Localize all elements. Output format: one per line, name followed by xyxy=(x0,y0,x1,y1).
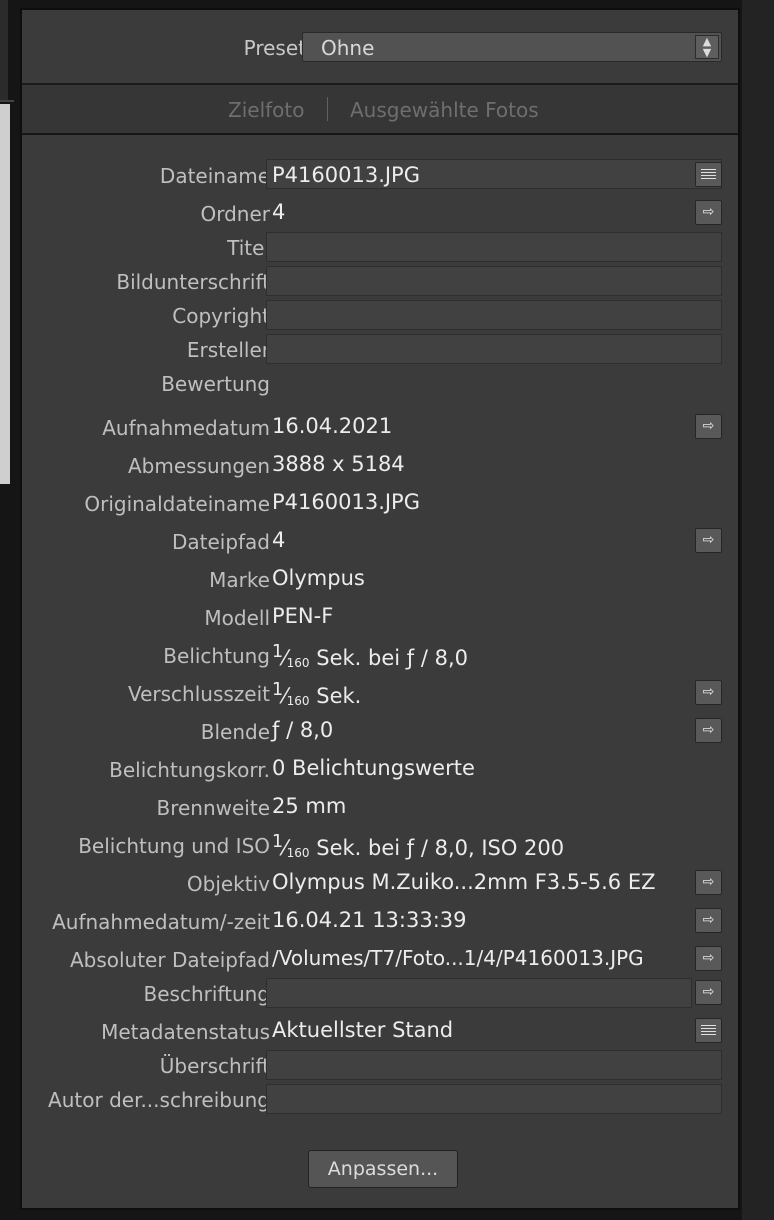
titel-input[interactable] xyxy=(266,232,722,262)
label-belichtung: Belichtung xyxy=(163,644,270,668)
value-brennweite: 25 mm xyxy=(272,794,347,818)
label-blende: Blende xyxy=(200,720,270,744)
left-panel-edge-light xyxy=(0,104,10,484)
arrow-right-icon[interactable]: ⇨ xyxy=(695,946,722,971)
label-titel: Titel xyxy=(227,236,270,260)
beschriftung-input[interactable] xyxy=(266,978,692,1008)
value-aufnahmedatum-zeit: 16.04.21 13:33:39 xyxy=(272,908,467,932)
left-panel-edge xyxy=(0,0,8,100)
label-copyright: Copyright xyxy=(172,304,270,328)
value-dateipfad: 4 xyxy=(272,528,286,552)
value-aufnahmedatum: 16.04.2021 xyxy=(272,414,393,438)
arrow-right-icon[interactable]: ⇨ xyxy=(695,870,722,895)
label-bildunterschrift: Bildunterschrift xyxy=(116,270,270,294)
tab-ausgewaehlte-fotos[interactable]: Ausgewählte Fotos xyxy=(350,98,539,122)
target-tabs: Zielfoto Ausgewählte Fotos xyxy=(22,85,738,135)
app-frame: Preset Ohne ▲ ▼ Zielfoto Ausgewählte Foto… xyxy=(0,0,774,1220)
right-scroll-track[interactable] xyxy=(742,0,774,1220)
label-originaldateiname: Originaldateiname xyxy=(84,492,270,516)
label-metadatenstatus: Metadatenstatus xyxy=(101,1020,270,1044)
ueberschrift-input[interactable] xyxy=(266,1050,722,1080)
label-absoluter-dateipfad: Absoluter Dateipfad xyxy=(69,948,270,972)
value-objektiv: Olympus M.Zuiko...2mm F3.5-5.6 EZ xyxy=(272,870,656,894)
up-down-arrows-icon: ▲ ▼ xyxy=(695,35,719,59)
tab-separator xyxy=(327,97,328,121)
preset-label: Preset xyxy=(243,36,306,60)
label-bewertung: Bewertung xyxy=(161,372,270,396)
label-modell: Modell xyxy=(204,606,270,630)
arrow-right-icon[interactable]: ⇨ xyxy=(695,980,722,1005)
label-autor: Autor der...schreibung xyxy=(48,1088,270,1112)
value-abmessungen: 3888 x 5184 xyxy=(272,452,405,476)
preset-value: Ohne xyxy=(321,36,375,60)
label-verschlusszeit: Verschlusszeit xyxy=(127,682,270,706)
value-ordner: 4 xyxy=(272,200,286,224)
value-modell: PEN-F xyxy=(272,604,334,628)
label-belichtungskorr: Belichtungskorr. xyxy=(109,758,270,782)
value-belichtungskorr: 0 Belichtungswerte xyxy=(272,756,475,780)
label-dateipfad: Dateipfad xyxy=(171,530,270,554)
left-panel-divider xyxy=(0,100,14,102)
arrow-right-icon[interactable]: ⇨ xyxy=(695,718,722,743)
label-brennweite: Brennweite xyxy=(156,796,270,820)
label-ueberschrift: Überschrift xyxy=(159,1054,270,1078)
value-originaldateiname: P4160013.JPG xyxy=(272,490,420,514)
value-blende: ƒ / 8,0 xyxy=(272,718,334,742)
arrow-right-icon[interactable]: ⇨ xyxy=(695,680,722,705)
label-ersteller: Ersteller xyxy=(186,338,270,362)
value-belichtung: 1⁄160 Sek. bei ƒ / 8,0 xyxy=(272,642,468,670)
value-verschlusszeit: 1⁄160 Sek. xyxy=(272,680,362,708)
preset-row: Preset Ohne ▲ ▼ xyxy=(22,10,738,85)
copyright-input[interactable] xyxy=(266,300,722,330)
value-marke: Olympus xyxy=(272,566,365,590)
label-objektiv: Objektiv xyxy=(186,872,270,896)
label-abmessungen: Abmessungen xyxy=(127,454,270,478)
list-icon[interactable] xyxy=(695,1018,722,1043)
arrow-right-icon[interactable]: ⇨ xyxy=(695,908,722,933)
list-icon[interactable] xyxy=(695,162,722,187)
label-ordner: Ordner xyxy=(200,202,270,226)
ersteller-input[interactable] xyxy=(266,334,722,364)
value-absoluter-dateipfad: /Volumes/T7/Foto...1/4/P4160013.JPG xyxy=(272,946,644,970)
arrow-right-icon[interactable]: ⇨ xyxy=(695,414,722,439)
label-marke: Marke xyxy=(209,568,270,592)
tab-zielfoto[interactable]: Zielfoto xyxy=(228,98,304,122)
label-aufnahmedatum: Aufnahmedatum xyxy=(102,416,270,440)
label-belichtung-iso: Belichtung und ISO xyxy=(78,834,270,858)
preset-select[interactable]: Ohne ▲ ▼ xyxy=(302,32,722,62)
label-beschriftung: Beschriftung xyxy=(143,982,270,1006)
label-aufnahmedatum-zeit: Aufnahmedatum/-zeit xyxy=(52,910,270,934)
value-belichtung-iso: 1⁄160 Sek. bei ƒ / 8,0, ISO 200 xyxy=(272,832,565,860)
value-dateiname: P4160013.JPG xyxy=(272,163,420,187)
metadata-panel: Preset Ohne ▲ ▼ Zielfoto Ausgewählte Foto… xyxy=(20,8,740,1210)
label-dateiname: Dateiname xyxy=(159,164,270,188)
anpassen-button[interactable]: Anpassen... xyxy=(308,1150,458,1188)
bildunterschrift-input[interactable] xyxy=(266,266,722,296)
autor-input[interactable] xyxy=(266,1084,722,1114)
arrow-right-icon[interactable]: ⇨ xyxy=(695,200,722,225)
value-metadatenstatus: Aktuellster Stand xyxy=(272,1018,454,1042)
arrow-right-icon[interactable]: ⇨ xyxy=(695,528,722,553)
